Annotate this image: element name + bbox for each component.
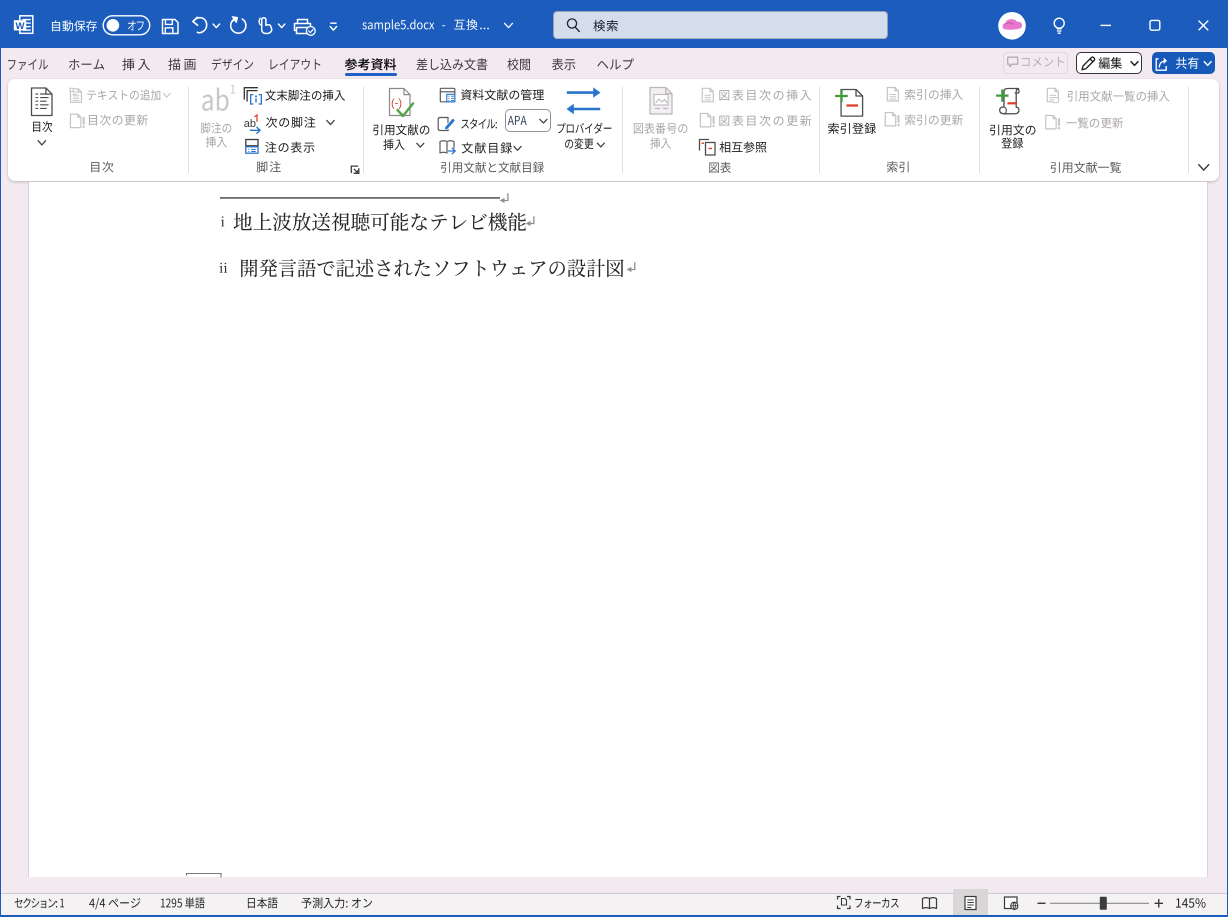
svg-text:(-): (-) [391, 98, 402, 110]
svg-text:W: W [16, 21, 25, 32]
svg-text:ab: ab [244, 118, 256, 130]
